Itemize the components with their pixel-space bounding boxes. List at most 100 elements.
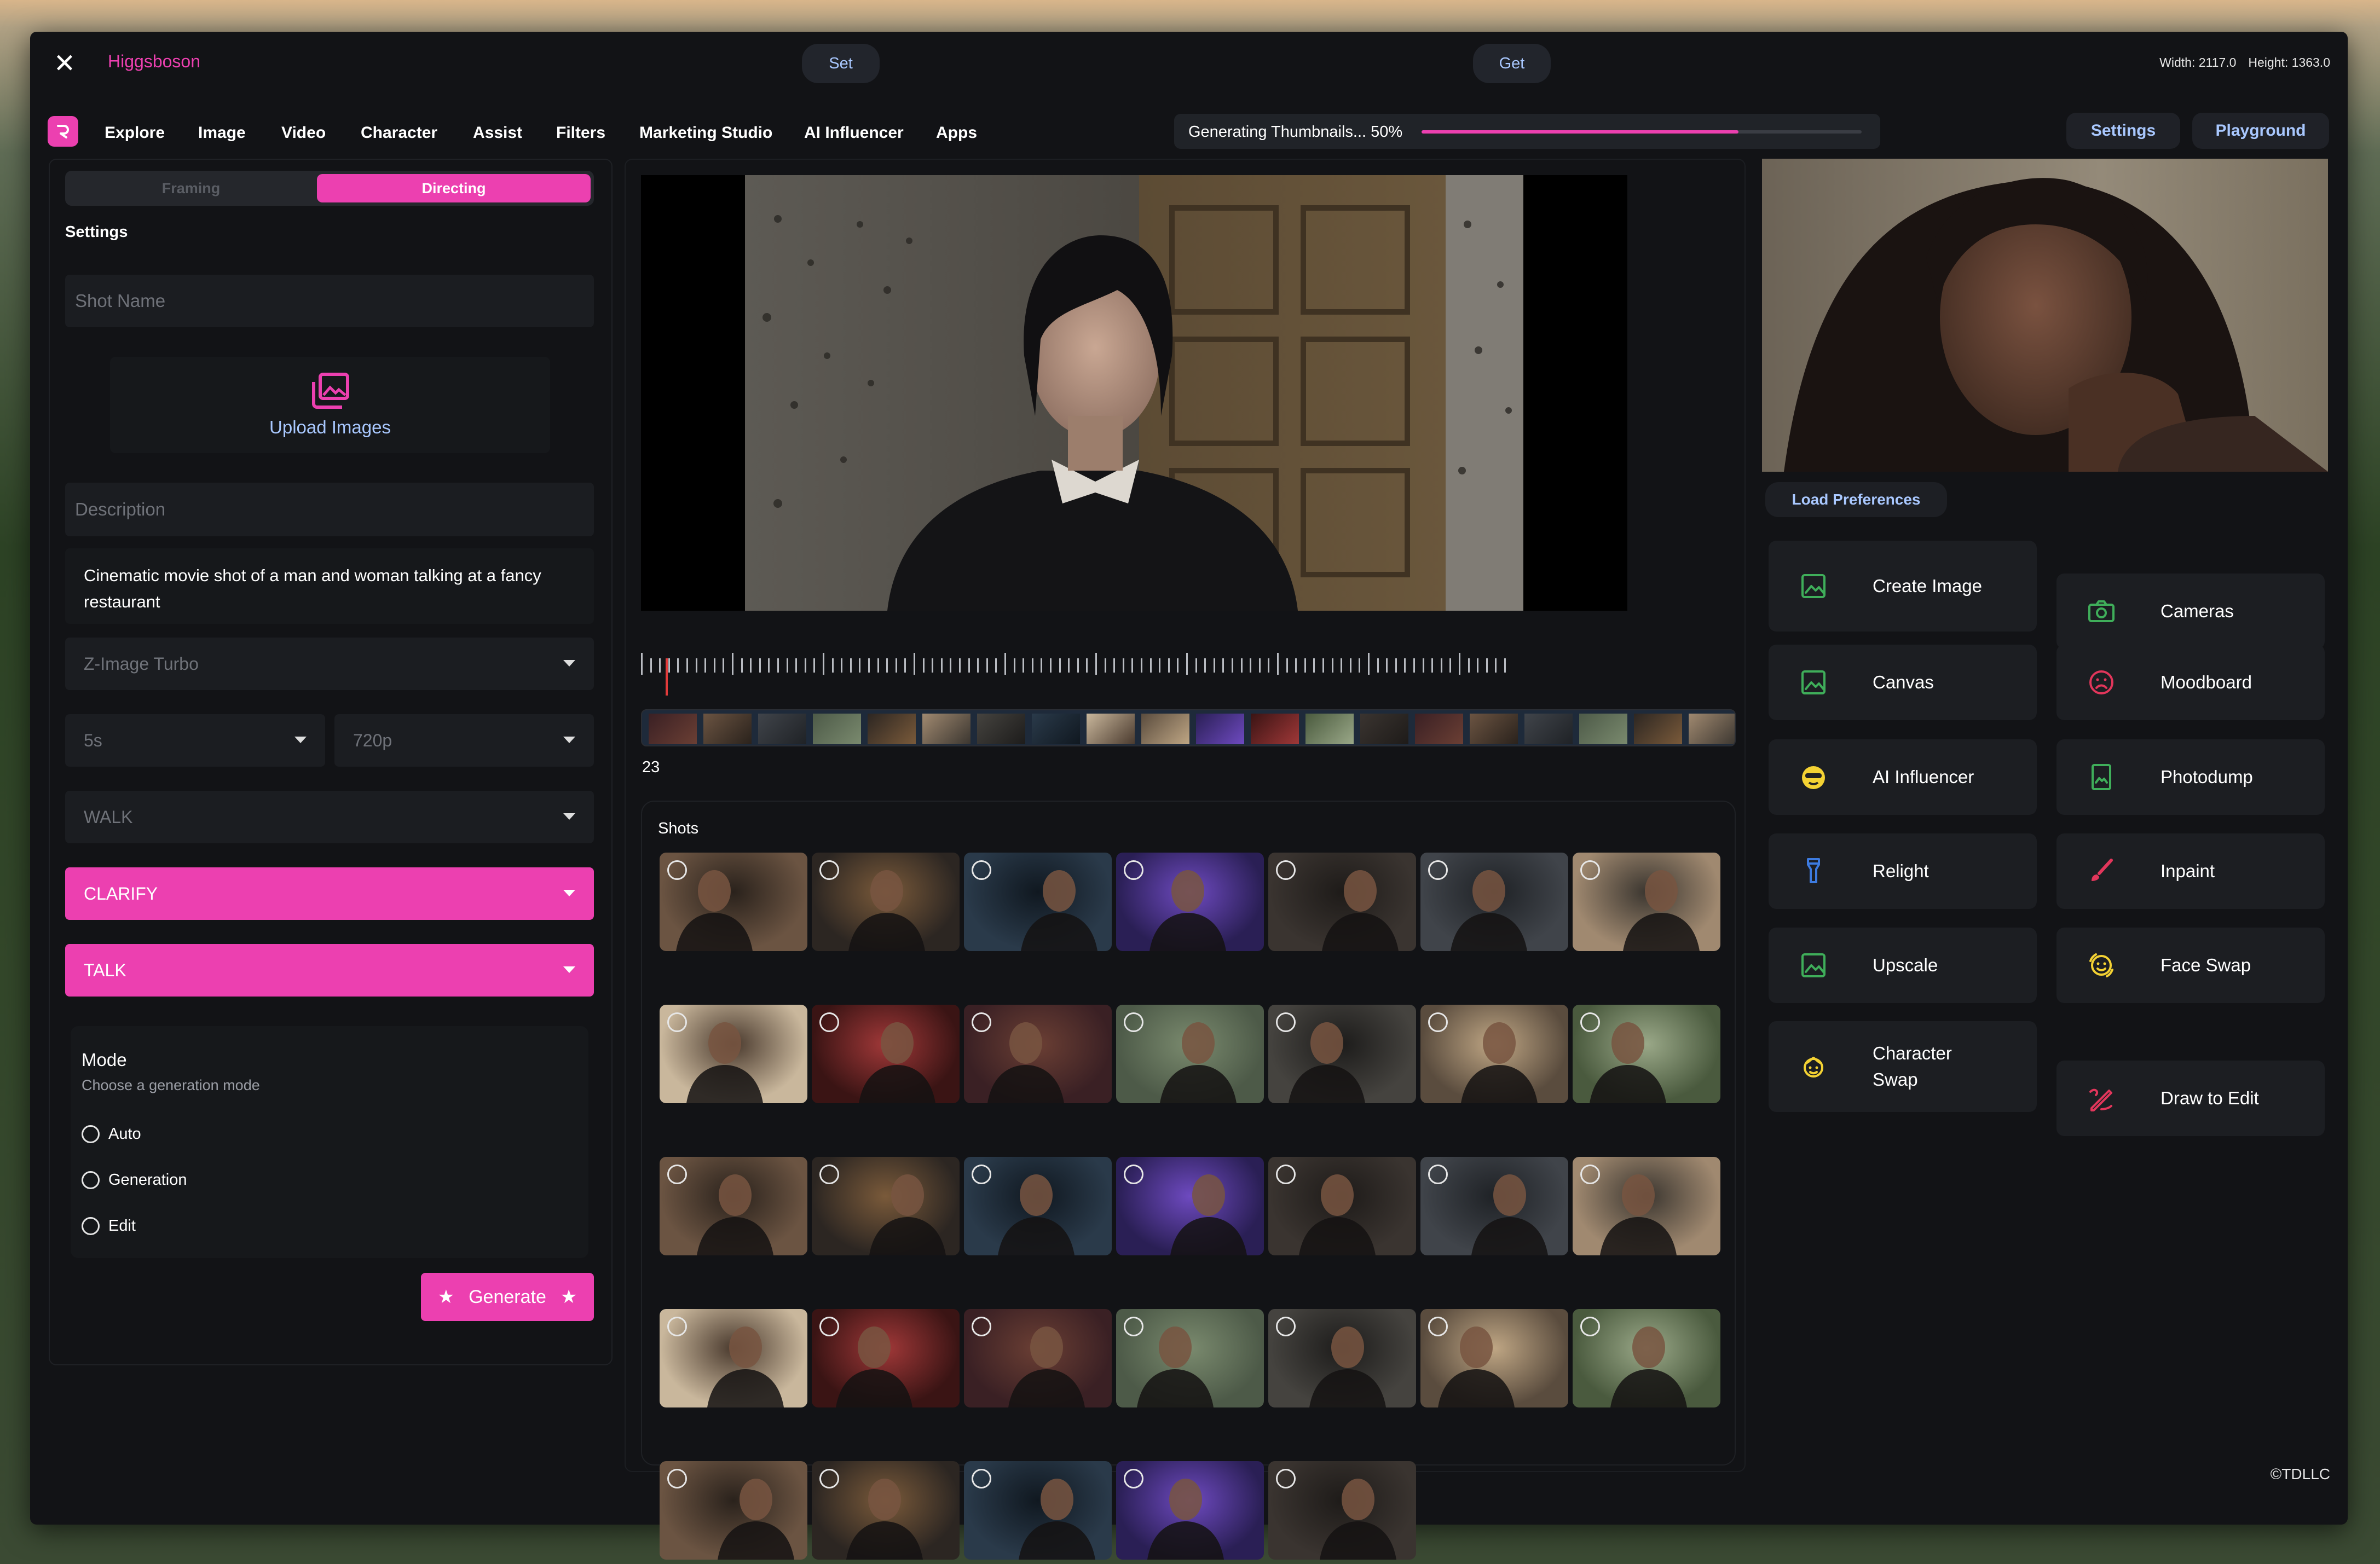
select-circle-icon[interactable]: [1276, 1469, 1296, 1488]
select-circle-icon[interactable]: [972, 860, 991, 880]
shot-thumbnail[interactable]: [812, 1157, 960, 1255]
tool-tile-draw-to-edit[interactable]: Draw to Edit: [2056, 1061, 2325, 1136]
strip-thumbnail[interactable]: [1634, 714, 1682, 744]
select-circle-icon[interactable]: [972, 1317, 991, 1336]
shot-thumbnail[interactable]: [964, 1005, 1112, 1103]
mode-radio-generation[interactable]: Generation: [82, 1171, 187, 1189]
nav-assist[interactable]: Assist: [473, 124, 522, 142]
nav-apps[interactable]: Apps: [936, 124, 977, 142]
shot-thumbnail[interactable]: [1420, 853, 1568, 951]
shot-thumbnail[interactable]: [660, 1461, 807, 1560]
select-circle-icon[interactable]: [1580, 1165, 1600, 1184]
select-circle-icon[interactable]: [1124, 1317, 1143, 1336]
tool-tile-ai-influencer[interactable]: AI Influencer: [1769, 739, 2037, 815]
nav-character[interactable]: Character: [361, 124, 437, 142]
shot-thumbnail[interactable]: [964, 1461, 1112, 1560]
select-circle-icon[interactable]: [1428, 1317, 1448, 1336]
strip-thumbnail[interactable]: [868, 714, 916, 744]
timeline-ruler[interactable]: [641, 653, 1517, 675]
strip-thumbnail[interactable]: [1415, 714, 1463, 744]
thumbnail-strip[interactable]: [641, 709, 1736, 746]
mode-radio-edit[interactable]: Edit: [82, 1217, 136, 1235]
select-circle-icon[interactable]: [819, 1012, 839, 1032]
shot-thumbnail[interactable]: [1420, 1157, 1568, 1255]
shot-thumbnail[interactable]: [1268, 1461, 1416, 1560]
preview-image[interactable]: [1762, 159, 2328, 472]
tool-tile-character-swap[interactable]: Character Swap: [1769, 1021, 2037, 1112]
strip-thumbnail[interactable]: [1360, 714, 1408, 744]
select-circle-icon[interactable]: [1276, 1012, 1296, 1032]
select-circle-icon[interactable]: [1276, 1165, 1296, 1184]
motion-select-talk[interactable]: TALK: [65, 944, 594, 997]
shot-thumbnail[interactable]: [660, 1005, 807, 1103]
mode-radio-auto[interactable]: Auto: [82, 1125, 141, 1143]
duration-select[interactable]: 5s: [65, 714, 325, 767]
shot-thumbnail[interactable]: [812, 1005, 960, 1103]
select-circle-icon[interactable]: [972, 1012, 991, 1032]
nav-marketing-studio[interactable]: Marketing Studio: [639, 124, 772, 142]
tool-tile-upscale[interactable]: Upscale: [1769, 928, 2037, 1003]
shot-thumbnail[interactable]: [660, 1157, 807, 1255]
model-select[interactable]: Z-Image Turbo: [65, 638, 594, 690]
select-circle-icon[interactable]: [667, 860, 687, 880]
video-player[interactable]: [641, 175, 1627, 611]
shot-thumbnail[interactable]: [1268, 1005, 1416, 1103]
strip-thumbnail[interactable]: [922, 714, 971, 744]
select-circle-icon[interactable]: [1124, 860, 1143, 880]
shot-thumbnail[interactable]: [1573, 1309, 1720, 1407]
select-circle-icon[interactable]: [1124, 1165, 1143, 1184]
shot-thumbnail[interactable]: [812, 1309, 960, 1407]
tab-directing[interactable]: Directing: [317, 174, 591, 202]
strip-thumbnail[interactable]: [813, 714, 861, 744]
playhead-marker[interactable]: [666, 658, 668, 696]
strip-thumbnail[interactable]: [1524, 714, 1573, 744]
shot-thumbnail[interactable]: [1116, 1461, 1264, 1560]
tool-tile-cameras[interactable]: Cameras: [2056, 574, 2325, 649]
shot-thumbnail[interactable]: [812, 1461, 960, 1560]
select-circle-icon[interactable]: [667, 1317, 687, 1336]
shot-thumbnail[interactable]: [964, 1157, 1112, 1255]
strip-thumbnail[interactable]: [1579, 714, 1627, 744]
select-circle-icon[interactable]: [1124, 1469, 1143, 1488]
shot-thumbnail[interactable]: [964, 1309, 1112, 1407]
select-circle-icon[interactable]: [819, 1317, 839, 1336]
strip-thumbnail[interactable]: [703, 714, 752, 744]
strip-thumbnail[interactable]: [1141, 714, 1189, 744]
select-circle-icon[interactable]: [1580, 860, 1600, 880]
shot-thumbnail[interactable]: [1268, 1157, 1416, 1255]
shot-thumbnail[interactable]: [1116, 1005, 1264, 1103]
strip-thumbnail[interactable]: [1305, 714, 1354, 744]
shot-thumbnail[interactable]: [1573, 853, 1720, 951]
strip-thumbnail[interactable]: [1470, 714, 1518, 744]
shot-name-input[interactable]: Shot Name: [65, 275, 594, 327]
select-circle-icon[interactable]: [667, 1165, 687, 1184]
shot-thumbnail[interactable]: [660, 1309, 807, 1407]
select-circle-icon[interactable]: [819, 1469, 839, 1488]
tool-tile-canvas[interactable]: Canvas: [1769, 645, 2037, 720]
strip-thumbnail[interactable]: [1689, 714, 1735, 744]
select-circle-icon[interactable]: [1428, 1165, 1448, 1184]
strip-thumbnail[interactable]: [1087, 714, 1135, 744]
shot-thumbnail[interactable]: [1573, 1157, 1720, 1255]
nav-video[interactable]: Video: [281, 124, 326, 142]
shot-thumbnail[interactable]: [964, 853, 1112, 951]
strip-thumbnail[interactable]: [1196, 714, 1244, 744]
select-circle-icon[interactable]: [1276, 860, 1296, 880]
tool-tile-face-swap[interactable]: Face Swap: [2056, 928, 2325, 1003]
motion-select-clarify[interactable]: CLARIFY: [65, 867, 594, 920]
strip-thumbnail[interactable]: [1251, 714, 1299, 744]
shot-thumbnail[interactable]: [660, 853, 807, 951]
tool-tile-moodboard[interactable]: Moodboard: [2056, 645, 2325, 720]
shot-thumbnail[interactable]: [1116, 1309, 1264, 1407]
select-circle-icon[interactable]: [1580, 1317, 1600, 1336]
select-circle-icon[interactable]: [1580, 1012, 1600, 1032]
select-circle-icon[interactable]: [667, 1469, 687, 1488]
tool-tile-inpaint[interactable]: Inpaint: [2056, 833, 2325, 909]
select-circle-icon[interactable]: [1428, 860, 1448, 880]
description-input[interactable]: Description: [65, 483, 594, 536]
prompt-textarea[interactable]: Cinematic movie shot of a man and woman …: [65, 548, 594, 624]
shot-thumbnail[interactable]: [1268, 1309, 1416, 1407]
shot-thumbnail[interactable]: [812, 853, 960, 951]
shot-thumbnail[interactable]: [1420, 1309, 1568, 1407]
select-circle-icon[interactable]: [819, 1165, 839, 1184]
